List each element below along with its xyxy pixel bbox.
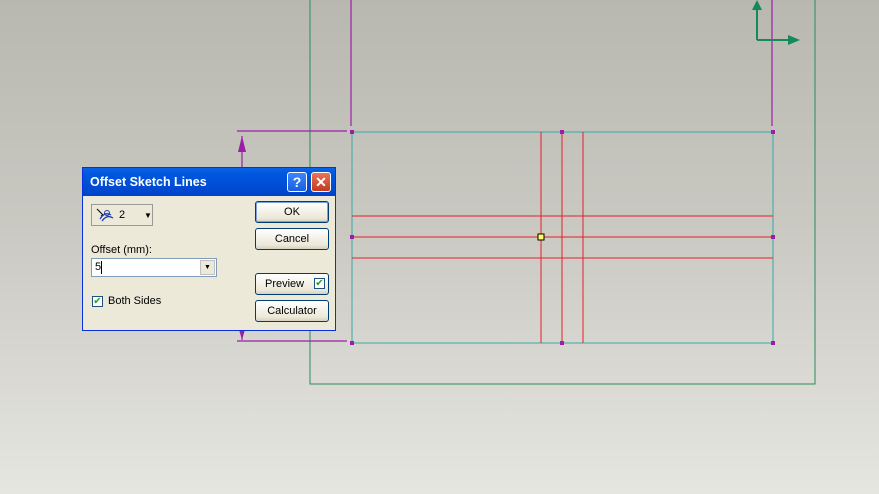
preview-label: Preview bbox=[265, 278, 305, 290]
calculator-button[interactable]: Calculator bbox=[255, 300, 329, 322]
help-button[interactable]: ? bbox=[287, 172, 307, 192]
offset-label: Offset (mm): bbox=[91, 244, 152, 256]
axis-x-arrow-icon bbox=[788, 35, 800, 45]
vertex-top-right[interactable] bbox=[771, 130, 775, 134]
offset-sketch-icon bbox=[96, 208, 114, 222]
vertex-mid-right[interactable] bbox=[771, 235, 775, 239]
ok-button[interactable]: OK bbox=[255, 201, 329, 223]
vertex-top-left[interactable] bbox=[350, 130, 354, 134]
vertex-top-center[interactable] bbox=[560, 130, 564, 134]
preview-checkbox[interactable]: ✔ bbox=[314, 278, 325, 289]
chevron-down-icon[interactable]: ▼ bbox=[200, 260, 215, 275]
chevron-down-icon: ▼ bbox=[144, 211, 152, 220]
close-button[interactable]: ✕ bbox=[311, 172, 331, 192]
dialog-title: Offset Sketch Lines bbox=[90, 175, 207, 189]
sides-combo[interactable]: 2 ▼ bbox=[91, 204, 153, 226]
both-sides-checkbox[interactable]: ✔ bbox=[92, 296, 103, 307]
offset-input[interactable]: 5 ▼ bbox=[91, 258, 217, 277]
vertex-bottom-right[interactable] bbox=[771, 341, 775, 345]
cancel-button[interactable]: Cancel bbox=[255, 228, 329, 250]
sides-value: 2 bbox=[119, 209, 126, 221]
text-caret bbox=[101, 261, 102, 274]
selected-intersection-point[interactable] bbox=[537, 233, 545, 241]
vertex-bottom-center[interactable] bbox=[560, 341, 564, 345]
axis-y-arrow-icon bbox=[752, 0, 762, 10]
preview-toggle-button[interactable]: Preview ✔ bbox=[255, 273, 329, 295]
vertex-bottom-left[interactable] bbox=[350, 341, 354, 345]
both-sides-label[interactable]: Both Sides bbox=[108, 295, 161, 307]
check-icon: ✔ bbox=[93, 296, 102, 307]
offset-sketch-lines-dialog: Offset Sketch Lines ? ✕ 2 ▼ Offset (mm):… bbox=[82, 167, 336, 331]
dimension-arrow-up bbox=[238, 136, 246, 152]
check-icon: ✔ bbox=[315, 278, 324, 289]
vertex-mid-left[interactable] bbox=[350, 235, 354, 239]
dialog-titlebar[interactable]: Offset Sketch Lines ? ✕ bbox=[83, 168, 335, 196]
